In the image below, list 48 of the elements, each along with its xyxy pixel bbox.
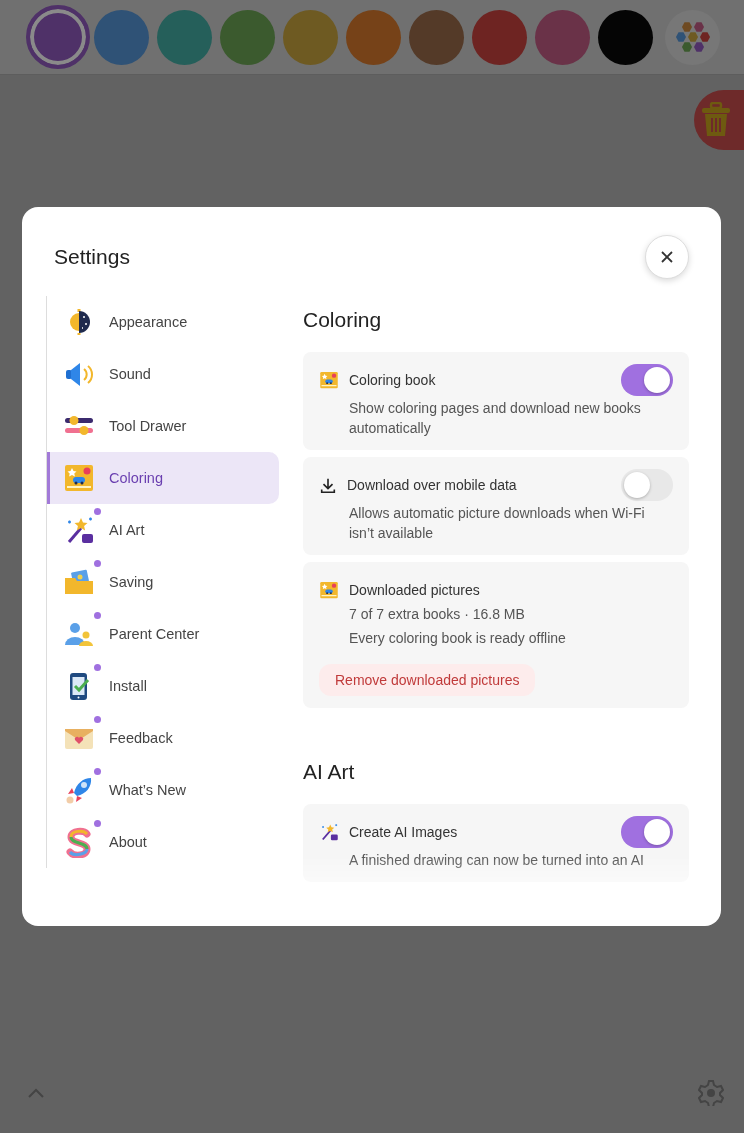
sidebar-item[interactable]: What’s New: [47, 764, 279, 816]
sidebar-item[interactable]: Parent Center: [47, 608, 279, 660]
hexagon-palette-icon: [674, 21, 711, 53]
dialog-title: Settings: [54, 245, 130, 269]
download-icon: [319, 476, 337, 494]
sidebar-item[interactable]: Coloring: [47, 452, 279, 504]
close-icon: [661, 251, 673, 263]
color-swatch[interactable]: [94, 9, 149, 65]
picture-book-icon: [63, 462, 95, 494]
sidebar-item[interactable]: About: [47, 816, 279, 868]
toggle-switch[interactable]: [621, 364, 673, 396]
setting-title: Create AI Images: [349, 824, 459, 840]
info-text: Every coloring book is ready offline: [349, 629, 567, 648]
color-swatch[interactable]: [598, 9, 653, 65]
color-swatch[interactable]: [157, 9, 212, 65]
sidebar-item[interactable]: Install: [47, 660, 279, 712]
color-swatch[interactable]: [409, 9, 464, 65]
toggle-switch[interactable]: [621, 469, 673, 501]
section-heading: AI Art: [303, 760, 356, 784]
setting-title: Coloring book: [349, 372, 437, 388]
setting-description: Show coloring pages and download new books automatically: [349, 399, 642, 438]
magic-wand-icon: [319, 822, 339, 842]
sidebar-item[interactable]: Feedback: [47, 712, 279, 764]
sidebar-item[interactable]: Sound: [47, 348, 279, 400]
color-swatch[interactable]: [535, 9, 590, 65]
setting-title: Downloaded pictures: [349, 582, 481, 598]
sidebar-item[interactable]: Appearance: [47, 296, 279, 348]
remove-button[interactable]: Remove downloaded pictures: [319, 664, 536, 696]
trash-icon: [701, 102, 731, 138]
setting-title: Download over mobile data: [347, 477, 518, 493]
settings-icon[interactable]: [698, 1080, 724, 1106]
color-swatch[interactable]: [283, 9, 338, 65]
sidebar-item[interactable]: Tool Drawer: [47, 400, 279, 452]
color-swatch[interactable]: [346, 9, 401, 65]
sidebar-item[interactable]: AI Art: [47, 504, 279, 556]
color-swatch[interactable]: [220, 9, 275, 65]
color-swatch[interactable]: [472, 9, 527, 65]
chevron-up-icon[interactable]: [27, 1088, 45, 1098]
picture-book-icon: [319, 370, 339, 390]
setting-description: Allows automatic picture downloads when Wi-Fi isn’t available: [349, 504, 646, 543]
section-heading: Coloring: [303, 308, 383, 332]
picture-book-icon: [319, 580, 339, 600]
close-button[interactable]: [645, 235, 689, 279]
info-text: 7 of 7 extra books · 16.8 MB: [349, 605, 526, 624]
trash-button[interactable]: [694, 90, 744, 150]
toggle-switch[interactable]: [621, 816, 673, 848]
setting-description: A finished drawing can now be turned into an AI: [349, 851, 645, 870]
sidebar-item[interactable]: Saving: [47, 556, 279, 608]
